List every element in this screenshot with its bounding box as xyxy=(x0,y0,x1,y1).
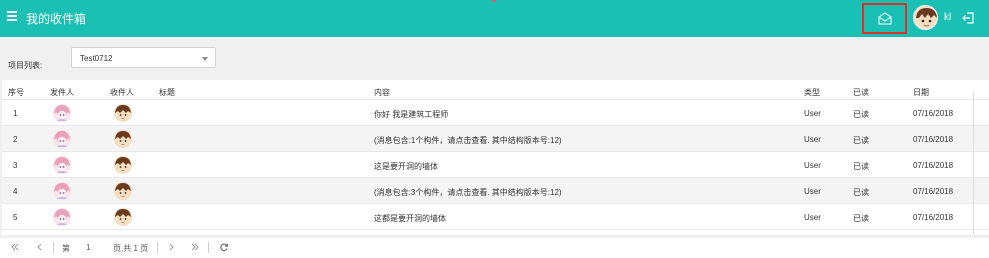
pager-divider xyxy=(157,242,158,253)
top-indicator xyxy=(492,0,496,2)
table-row[interactable]: 2 (消息包含:1个构件，请点击查看. 其中结构版本号:12) User 已读 … xyxy=(2,126,989,152)
row-type: User xyxy=(804,161,821,170)
row-index: 3 xyxy=(13,161,18,170)
row-type: User xyxy=(804,187,821,196)
hamburger-icon[interactable] xyxy=(7,11,17,21)
receiver-avatar xyxy=(114,182,132,200)
inbox-table: 序号 发件人 收件人 标题 内容 类型 已读 日期 1 你好 我是建筑工程师 U… xyxy=(2,80,989,235)
row-read: 已读 xyxy=(853,110,869,119)
table-scrollbar[interactable] xyxy=(973,92,974,234)
row-read: 已读 xyxy=(853,214,869,223)
sender-avatar xyxy=(53,208,71,226)
chevron-down-icon xyxy=(202,57,208,61)
receiver-avatar xyxy=(114,156,132,174)
row-index: 2 xyxy=(13,135,18,144)
row-date: 07/16/2018 xyxy=(913,109,954,118)
receiver-avatar xyxy=(114,104,132,122)
col-date[interactable]: 日期 xyxy=(913,87,929,98)
row-content: 这都是要开洞的墙体 xyxy=(374,214,446,223)
sender-avatar xyxy=(53,156,71,174)
row-date: 07/16/2018 xyxy=(913,135,954,144)
row-content: (消息包含:3个构件，请点击查看. 其中结构版本号:12) xyxy=(374,188,562,197)
row-type: User xyxy=(804,213,821,222)
refresh-icon[interactable] xyxy=(219,242,229,252)
row-date: 07/16/2018 xyxy=(913,187,954,196)
table-row[interactable]: 1 你好 我是建筑工程师 User 已读 07/16/2018 xyxy=(2,100,989,126)
row-index: 1 xyxy=(13,109,18,118)
row-date: 07/16/2018 xyxy=(913,161,954,170)
row-content: 这是要开洞的墙体 xyxy=(374,162,438,171)
first-page-icon[interactable] xyxy=(10,242,20,252)
sender-avatar xyxy=(53,130,71,148)
user-avatar[interactable] xyxy=(913,5,938,30)
col-receiver[interactable]: 收件人 xyxy=(110,87,134,98)
page-number-input[interactable]: 1 xyxy=(86,243,90,252)
sender-avatar xyxy=(53,104,71,122)
logout-icon[interactable] xyxy=(961,11,975,25)
col-content[interactable]: 内容 xyxy=(374,87,390,98)
row-read: 已读 xyxy=(853,188,869,197)
receiver-avatar xyxy=(114,208,132,226)
inbox-button[interactable] xyxy=(862,3,907,34)
pager-divider xyxy=(208,242,209,253)
prev-page-icon[interactable] xyxy=(35,242,45,252)
col-type[interactable]: 类型 xyxy=(804,87,820,98)
table-row[interactable]: 4 (消息包含:3个构件，请点击查看. 其中结构版本号:12) User 已读 … xyxy=(2,178,989,204)
row-content: (消息包含:1个构件，请点击查看. 其中结构版本号:12) xyxy=(374,136,562,145)
username[interactable]: kl xyxy=(944,12,951,23)
pagination-bar: 第 1 页,共 1 页 xyxy=(0,238,989,258)
project-select[interactable]: Test0712 xyxy=(71,47,216,68)
row-date: 07/16/2018 xyxy=(913,213,954,222)
row-type: User xyxy=(804,109,821,118)
pager-divider xyxy=(53,242,54,253)
sender-avatar xyxy=(53,182,71,200)
project-select-value: Test0712 xyxy=(80,54,113,63)
receiver-avatar xyxy=(114,130,132,148)
page-total: 页,共 1 页 xyxy=(113,244,149,253)
col-sender[interactable]: 发件人 xyxy=(50,87,74,98)
page-prefix: 第 xyxy=(62,244,70,253)
row-read: 已读 xyxy=(853,136,869,145)
table-row[interactable]: 3 这是要开洞的墙体 User 已读 07/16/2018 xyxy=(2,152,989,178)
row-read: 已读 xyxy=(853,162,869,171)
top-bar: 我的收件箱 kl xyxy=(0,0,989,37)
table-row[interactable]: 5 这都是要开洞的墙体 User 已读 07/16/2018 xyxy=(2,204,989,230)
page-title: 我的收件箱 xyxy=(26,12,87,26)
col-title[interactable]: 标题 xyxy=(159,87,175,98)
project-list-label: 项目列表: xyxy=(8,61,43,70)
next-page-icon[interactable] xyxy=(166,242,176,252)
row-type: User xyxy=(804,135,821,144)
last-page-icon[interactable] xyxy=(190,242,200,252)
envelope-open-icon xyxy=(878,12,891,25)
table-header: 序号 发件人 收件人 标题 内容 类型 已读 日期 xyxy=(2,80,989,100)
row-index: 5 xyxy=(13,213,18,222)
row-index: 4 xyxy=(13,187,18,196)
row-content: 你好 我是建筑工程师 xyxy=(374,110,449,119)
col-read[interactable]: 已读 xyxy=(853,87,869,98)
col-index[interactable]: 序号 xyxy=(8,87,24,98)
